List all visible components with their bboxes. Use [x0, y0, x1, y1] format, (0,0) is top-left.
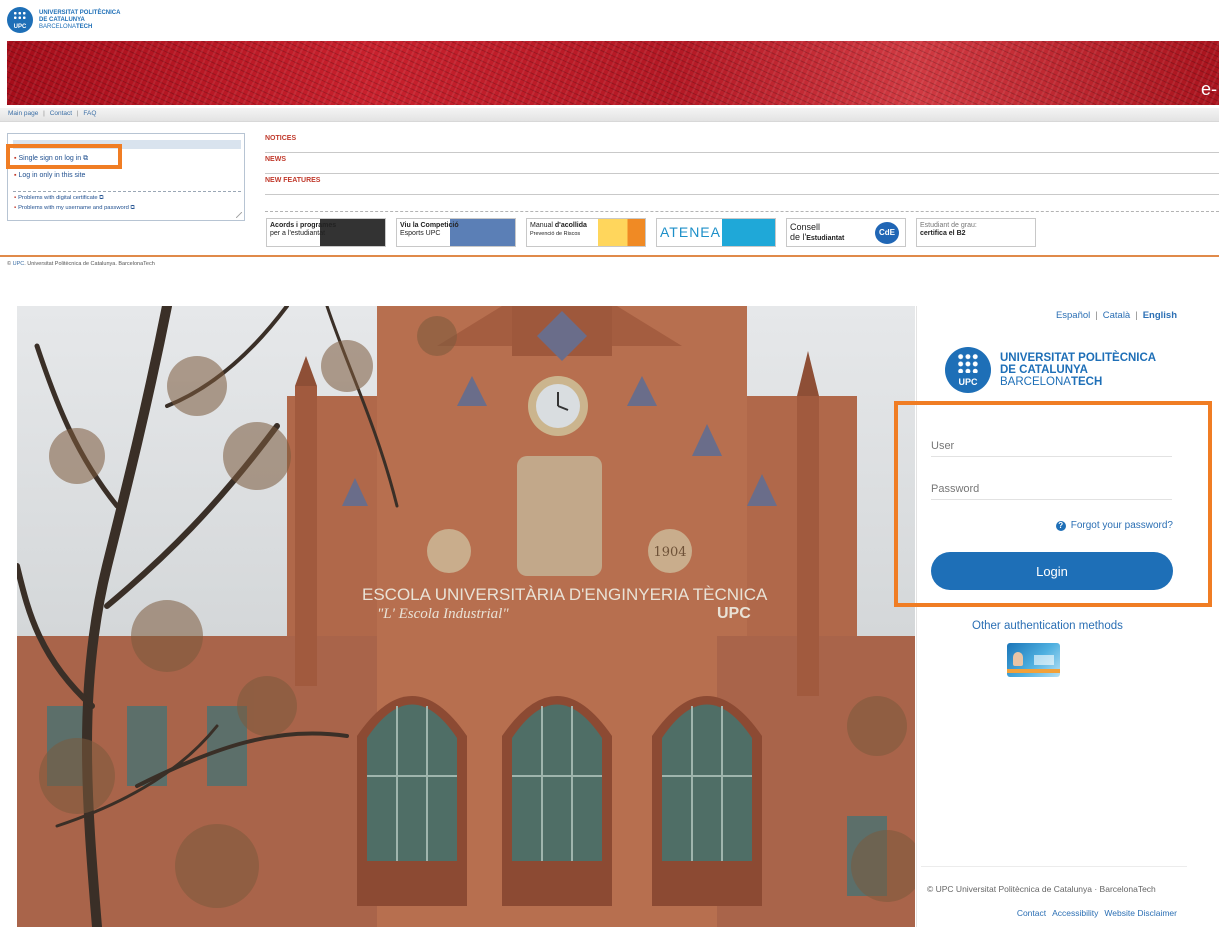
highlight-box-login-form — [894, 401, 1212, 607]
lang-es[interactable]: Español — [1056, 310, 1090, 321]
lang-ca[interactable]: Català — [1103, 310, 1130, 321]
cert-problems-link[interactable]: ▪ Problems with digital certificate ⧉ — [14, 195, 103, 202]
footer-contact-link[interactable]: Contact — [1017, 908, 1046, 918]
cas-logo-text: UNIVERSITAT POLITÈCNICA DE CATALUNYA BAR… — [1000, 352, 1157, 388]
cas-logo[interactable]: UPC UNIVERSITAT POLITÈCNICA DE CATALUNYA… — [945, 347, 1156, 393]
section-notices: NOTICES — [265, 133, 1219, 153]
cas-login-panel: Español | Català | English UPC UNIVERSITAT P… — [916, 306, 1219, 927]
facade-inscription: ESCOLA UNIVERSITÀRIA D'ENGINYERIA TÈCNIC… — [362, 585, 768, 604]
section-new-features: NEW FEATURES — [265, 175, 1219, 195]
other-auth-methods: Other authentication methods — [972, 620, 1123, 632]
banner-title: e- — [1200, 79, 1217, 99]
id-card-login-icon[interactable] — [1007, 643, 1060, 677]
facade-year: 1904 — [653, 545, 686, 560]
subnav-contact[interactable]: Contact — [50, 110, 72, 117]
promo-banners: Acords i programes per a l'estudiantat Vi… — [266, 218, 1036, 247]
portal-logo-text: UNIVERSITAT POLITÈCNICA DE CATALUNYA BAR… — [39, 9, 121, 30]
footer-upc-link[interactable]: UPC — [13, 261, 25, 267]
facade-subtitle: "L' Escola Industrial" — [377, 606, 509, 622]
upc-logo-icon: UPC — [945, 347, 991, 393]
cas-footer-copyright: © UPC Universitat Politècnica de Catalun… — [927, 884, 1156, 894]
campus-building-photo: 1904 ESCOLA UNIVERSITÀRIA D'ENGINYERIA T… — [17, 306, 915, 927]
portal-header: UPC UNIVERSITAT POLITÈCNICA DE CATALUNYA… — [0, 0, 1219, 40]
section-news: NEWS — [265, 154, 1219, 174]
portal-banner: e- — [7, 41, 1219, 105]
promo-consell-estudiantat[interactable]: Consell de l'Estudiantat CdE — [786, 218, 906, 247]
promo-atenea[interactable]: ATENEA — [656, 218, 776, 247]
local-login-link[interactable]: ▪ Log in only in this site — [14, 172, 85, 179]
promo-acords[interactable]: Acords i programes per a l'estudiantat — [266, 218, 386, 247]
cas-footer-links: Contact Accessibility Website Disclaimer — [1011, 908, 1177, 918]
portal-logo[interactable]: UPC UNIVERSITAT POLITÈCNICA DE CATALUNYA… — [7, 7, 120, 33]
portal-subnav: Main page | Contact | FAQ — [0, 108, 1219, 122]
lang-en[interactable]: English — [1143, 310, 1177, 321]
external-link-icon: ⧉ — [99, 195, 104, 201]
portal-screenshot: UPC UNIVERSITAT POLITÈCNICA DE CATALUNYA… — [0, 0, 1219, 270]
language-selector: Español | Català | English — [1055, 310, 1177, 321]
portal-footer: © UPC. Universitat Politècnica de Catalu… — [7, 261, 155, 267]
highlight-box-sso — [6, 144, 122, 169]
userpass-problems-link[interactable]: ▪ Problems with my username and password … — [14, 205, 135, 212]
footer-disclaimer-link[interactable]: Website Disclaimer — [1104, 908, 1177, 918]
facade-upc: UPC — [717, 605, 751, 622]
footer-accessibility-link[interactable]: Accessibility — [1052, 908, 1098, 918]
building-illustration: 1904 ESCOLA UNIVERSITÀRIA D'ENGINYERIA T… — [17, 306, 915, 927]
subnav-main-page[interactable]: Main page — [8, 110, 38, 117]
cde-badge-icon: CdE — [875, 222, 899, 244]
subnav-faq[interactable]: FAQ — [83, 110, 96, 117]
resize-handle-icon[interactable] — [236, 212, 242, 218]
upc-logo-icon: UPC — [7, 7, 33, 33]
external-link-icon: ⧉ — [130, 205, 135, 211]
promo-competicio[interactable]: Viu la Competició Esports UPC — [396, 218, 516, 247]
promo-manual-acollida[interactable]: Manual d'acollida Prevenció de Riscos — [526, 218, 646, 247]
promo-certifica-b2[interactable]: Estudiant de grau: certifica el B2 — [916, 218, 1036, 247]
